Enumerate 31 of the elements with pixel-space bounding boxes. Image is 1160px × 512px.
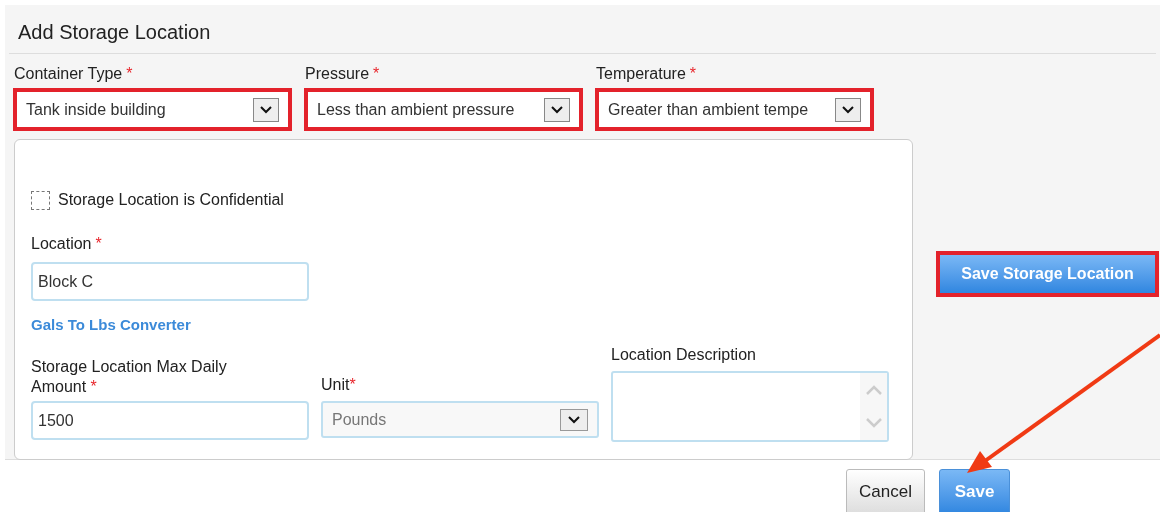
field-label: Unit: [321, 375, 350, 395]
location-input[interactable]: Block C: [31, 262, 309, 301]
required-mark: *: [349, 375, 356, 395]
dialog-title: Add Storage Location: [18, 21, 211, 43]
converter-link[interactable]: Gals To Lbs Converter: [31, 316, 191, 333]
checkbox[interactable]: [31, 190, 50, 210]
cancel-button[interactable]: Cancel: [846, 469, 925, 512]
amount-input[interactable]: 1500: [31, 401, 309, 440]
required-mark: *: [126, 64, 133, 84]
unit-dropdown[interactable]: Pounds: [321, 401, 599, 438]
required-mark: *: [373, 64, 380, 84]
field-label: Storage Location Max Daily Amount *: [31, 357, 228, 397]
dropdown-button[interactable]: [253, 97, 279, 122]
dropdown[interactable]: Tank inside building: [13, 88, 292, 131]
dropdown-button[interactable]: [835, 97, 861, 122]
required-mark: *: [95, 234, 102, 254]
chevron-down-icon: [260, 105, 272, 114]
dropdown-button[interactable]: [560, 408, 588, 431]
field-label: Location Description: [611, 346, 756, 363]
checkbox-label: Storage Location is Confidential: [58, 190, 284, 210]
field-label: Location: [31, 234, 92, 254]
dropdown-button[interactable]: [544, 97, 570, 122]
chevron-down-icon: [842, 105, 854, 114]
dropdown[interactable]: Greater than ambient tempe: [595, 88, 874, 131]
field-label: Container Type: [14, 64, 123, 84]
field-label: Pressure: [305, 64, 370, 84]
required-mark: *: [689, 64, 697, 84]
chevron-down-icon: [568, 415, 580, 424]
dropdown[interactable]: Less than ambient pressure: [304, 88, 583, 131]
chevron-down-icon: [551, 105, 563, 114]
field-label: Temperature: [596, 64, 686, 84]
